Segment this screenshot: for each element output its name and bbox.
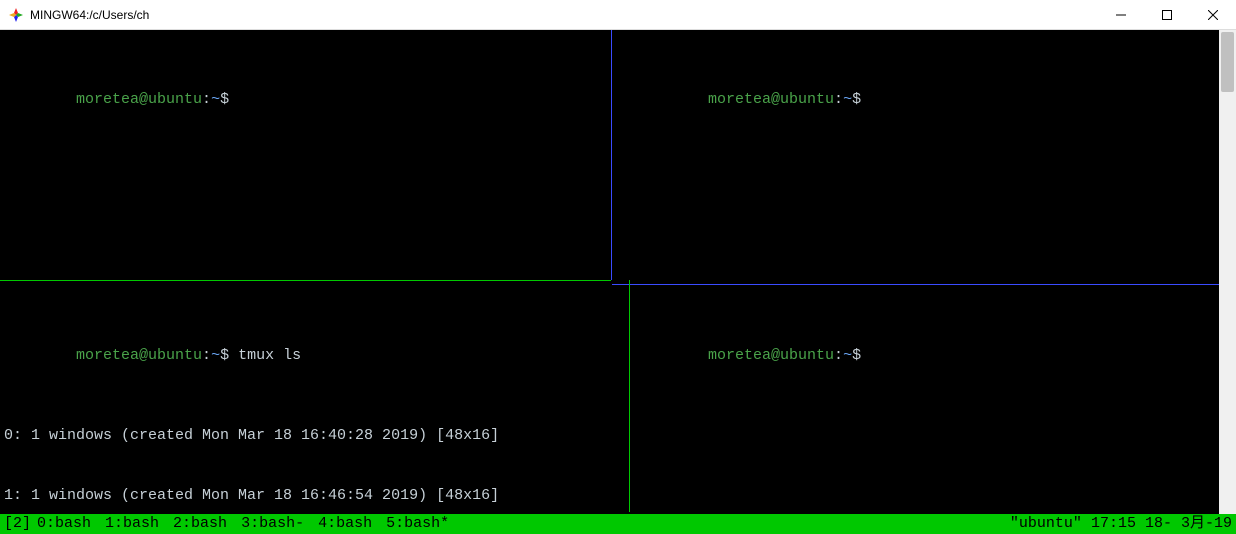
scrollbar[interactable] bbox=[1219, 30, 1236, 514]
prompt-host: moretea@ubuntu bbox=[76, 347, 202, 364]
status-time: 17:15 bbox=[1091, 514, 1136, 534]
maximize-button[interactable] bbox=[1144, 0, 1190, 30]
scrollbar-thumb[interactable] bbox=[1221, 32, 1234, 92]
status-session-name: "ubuntu" bbox=[1010, 514, 1082, 534]
pane-bottom-left-active[interactable]: moretea@ubuntu:~$ tmux ls 0: 1 windows (… bbox=[0, 286, 628, 512]
prompt-host: moretea@ubuntu bbox=[76, 91, 202, 108]
prompt-command: tmux ls bbox=[238, 347, 301, 364]
pane-divider-vertical-active bbox=[629, 280, 630, 512]
window-title: MINGW64:/c/Users/ch bbox=[30, 8, 149, 22]
status-window[interactable]: 5:bash* bbox=[386, 514, 463, 534]
status-window[interactable]: 1:bash bbox=[105, 514, 173, 534]
status-session-index: [2] bbox=[4, 514, 37, 534]
status-window[interactable]: 3:bash- bbox=[241, 514, 318, 534]
prompt-host: moretea@ubuntu bbox=[708, 91, 834, 108]
close-button[interactable] bbox=[1190, 0, 1236, 30]
pane-top-right[interactable]: moretea@ubuntu:~$ bbox=[612, 30, 1217, 284]
prompt-host: moretea@ubuntu bbox=[708, 347, 834, 364]
prompt-path: ~ bbox=[843, 91, 852, 108]
tmux-status-bar: [2] 0:bash 1:bash 2:bash 3:bash- 4:bash … bbox=[0, 514, 1236, 534]
prompt-path: ~ bbox=[211, 347, 220, 364]
status-window[interactable]: 2:bash bbox=[173, 514, 241, 534]
status-date: 18- 3月-19 bbox=[1145, 514, 1232, 534]
output-line: 0: 1 windows (created Mon Mar 18 16:40:2… bbox=[4, 427, 499, 444]
status-window[interactable]: 0:bash bbox=[37, 514, 105, 534]
pane-divider-horizontal-right bbox=[612, 284, 1219, 285]
app-icon bbox=[8, 7, 24, 23]
minimize-button[interactable] bbox=[1098, 0, 1144, 30]
prompt-path: ~ bbox=[843, 347, 852, 364]
prompt-path: ~ bbox=[211, 91, 220, 108]
pane-divider-vertical bbox=[611, 30, 612, 280]
output-line: 1: 1 windows (created Mon Mar 18 16:46:5… bbox=[4, 487, 499, 504]
pane-bottom-right[interactable]: moretea@ubuntu:~$ bbox=[632, 286, 1217, 512]
pane-top-left[interactable]: moretea@ubuntu:~$ bbox=[0, 30, 610, 280]
window-titlebar: MINGW64:/c/Users/ch bbox=[0, 0, 1236, 30]
terminal-area: moretea@ubuntu:~$ moretea@ubuntu:~$ more… bbox=[0, 30, 1236, 534]
pane-divider-horizontal-active bbox=[0, 280, 611, 281]
status-window[interactable]: 4:bash bbox=[318, 514, 386, 534]
